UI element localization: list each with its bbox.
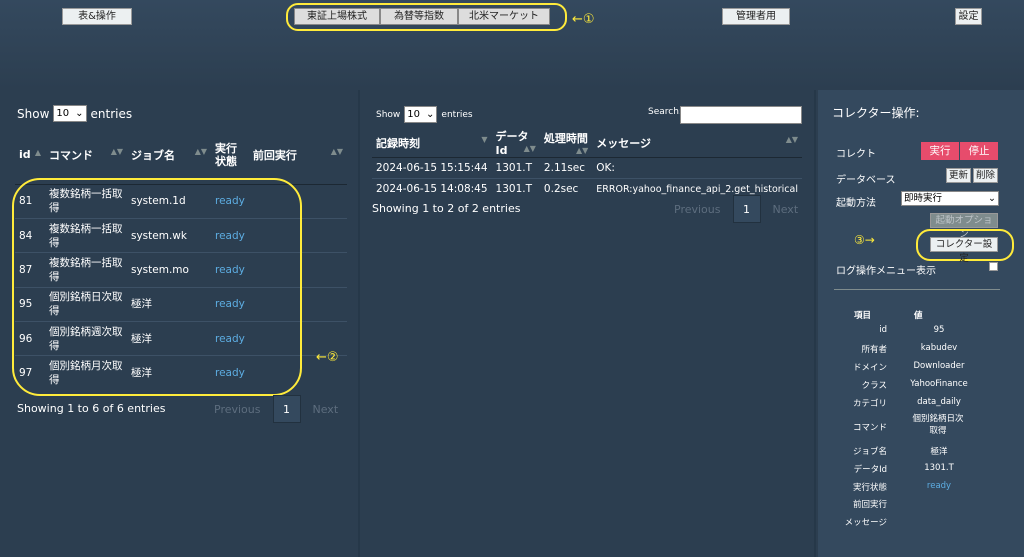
sort-icon: ▲▼ — [330, 146, 343, 156]
prop-value: YahooFinance — [910, 379, 968, 389]
chevron-down-icon: ⌄ — [988, 193, 996, 204]
column-header-job-name[interactable]: ジョブ名 ▲▼ — [127, 126, 211, 185]
next-button[interactable]: Next — [761, 203, 811, 216]
prop-value: 1301.T — [924, 463, 954, 473]
annotation-2: ←② — [316, 350, 339, 365]
delete-button[interactable]: 削除 — [973, 168, 998, 183]
admin-button[interactable]: 管理者用 — [722, 8, 790, 25]
prop-key: ドメイン — [852, 363, 887, 373]
search-input[interactable] — [680, 106, 802, 124]
prop-key: メッセージ — [844, 518, 887, 528]
prop-value: 95 — [933, 325, 945, 335]
update-button[interactable]: 更新 — [946, 168, 971, 183]
prop-value: 極洋 — [930, 447, 948, 457]
log-table: 記録時刻 ▼ データId ▲▼ 処理時間 ▲▼ メッセージ ▲▼ 2024-06-15 … — [372, 128, 802, 200]
sort-icon: ▼ — [481, 134, 488, 144]
sort-icon: ▲ — [34, 148, 41, 158]
prop-value: data_daily — [917, 397, 961, 407]
left-pagination: Previous 1 Next — [202, 395, 350, 423]
prop-value: ready — [926, 481, 952, 491]
page-1-button[interactable]: 1 — [732, 195, 761, 223]
prop-key: 実行状態 — [852, 483, 887, 493]
annotation-ellipse-2 — [12, 178, 302, 396]
log-menu-checkbox[interactable] — [989, 262, 998, 271]
sort-icon: ▲▼ — [110, 146, 123, 156]
log-menu-label: ログ操作メニュー表示 — [836, 266, 936, 277]
previous-button[interactable]: Previous — [662, 203, 733, 216]
mid-pagination: Previous 1 Next — [662, 195, 810, 223]
search-label: Search: — [648, 107, 682, 117]
table-row[interactable]: 2024-06-15 15:15:44 1301.T 2.11sec OK: — [372, 157, 802, 179]
entries-select[interactable]: 10 ⌄ — [404, 106, 438, 123]
database-label: データベース — [836, 175, 896, 186]
prop-key: ジョブ名 — [852, 447, 887, 457]
collector-title: コレクター操作: — [832, 106, 920, 120]
prop-key: データId — [853, 465, 887, 475]
left-table-info: Showing 1 to 6 of 6 entries — [17, 402, 166, 415]
sort-icon: ▲▼ — [194, 146, 207, 156]
previous-button[interactable]: Previous — [202, 403, 273, 416]
start-options-button: 起動オプション — [930, 213, 998, 240]
show-label: Show — [376, 109, 401, 120]
column-header-status[interactable]: 実行状態 — [211, 126, 249, 185]
annotation-ellipse-1 — [286, 3, 567, 31]
mid-length-control: Show 10 ⌄ entries — [376, 106, 473, 123]
collector-settings-button[interactable]: コレクター設定 — [930, 237, 998, 264]
prop-key: コマンド — [852, 423, 887, 433]
divider — [814, 90, 816, 557]
chevron-down-icon: ⌄ — [75, 108, 84, 119]
run-button[interactable]: 実行 — [921, 142, 959, 160]
prop-value: 個別銘柄日次取得 — [912, 414, 964, 436]
chevron-down-icon: ⌄ — [426, 109, 435, 120]
entries-label: entries — [90, 106, 133, 121]
settings-button[interactable]: 設定 — [955, 8, 982, 25]
prop-key: カテゴリ — [852, 399, 887, 409]
column-header-last-run[interactable]: 前回実行 ▲▼ — [248, 126, 347, 185]
column-header-message[interactable]: メッセージ ▲▼ — [592, 128, 802, 158]
column-header-id[interactable]: id ▲ — [15, 126, 45, 185]
sort-icon: ▲▼ — [575, 146, 589, 155]
prop-key: id — [879, 325, 887, 335]
mid-table-info: Showing 1 to 2 of 2 entries — [372, 202, 521, 215]
prop-key: クラス — [861, 381, 887, 391]
left-length-control: Show 10 ⌄ entries — [17, 105, 132, 122]
start-method-select[interactable]: 即時実行 ⌄ — [901, 191, 999, 206]
prop-value: Downloader — [913, 361, 965, 371]
prop-value: kabudev — [920, 343, 958, 353]
column-header-data-id[interactable]: データId ▲▼ — [491, 128, 540, 158]
sort-icon: ▲▼ — [523, 144, 536, 153]
stop-button[interactable]: 停止 — [960, 142, 998, 160]
prop-key: 前回実行 — [852, 500, 887, 510]
column-header-time[interactable]: 記録時刻 ▼ — [372, 128, 492, 158]
table-ops-button[interactable]: 表&操作 — [62, 8, 132, 25]
entries-label: entries — [441, 109, 473, 120]
prop-header-item: 項目 — [854, 311, 872, 321]
annotation-3: ③→ — [854, 233, 875, 247]
next-button[interactable]: Next — [301, 403, 351, 416]
entries-select[interactable]: 10 ⌄ — [53, 105, 87, 122]
divider — [834, 289, 1000, 290]
sort-icon: ▲▼ — [785, 134, 798, 144]
collect-label: コレクト — [836, 149, 876, 160]
column-header-duration[interactable]: 処理時間 ▲▼ — [539, 128, 593, 158]
column-header-command[interactable]: コマンド ▲▼ — [45, 126, 127, 185]
prop-key: 所有者 — [861, 345, 887, 355]
show-label: Show — [17, 106, 50, 121]
start-method-label: 起動方法 — [836, 198, 876, 209]
prop-header-value: 値 — [914, 311, 923, 321]
page-1-button[interactable]: 1 — [272, 395, 301, 423]
annotation-1: ←① — [572, 12, 595, 27]
